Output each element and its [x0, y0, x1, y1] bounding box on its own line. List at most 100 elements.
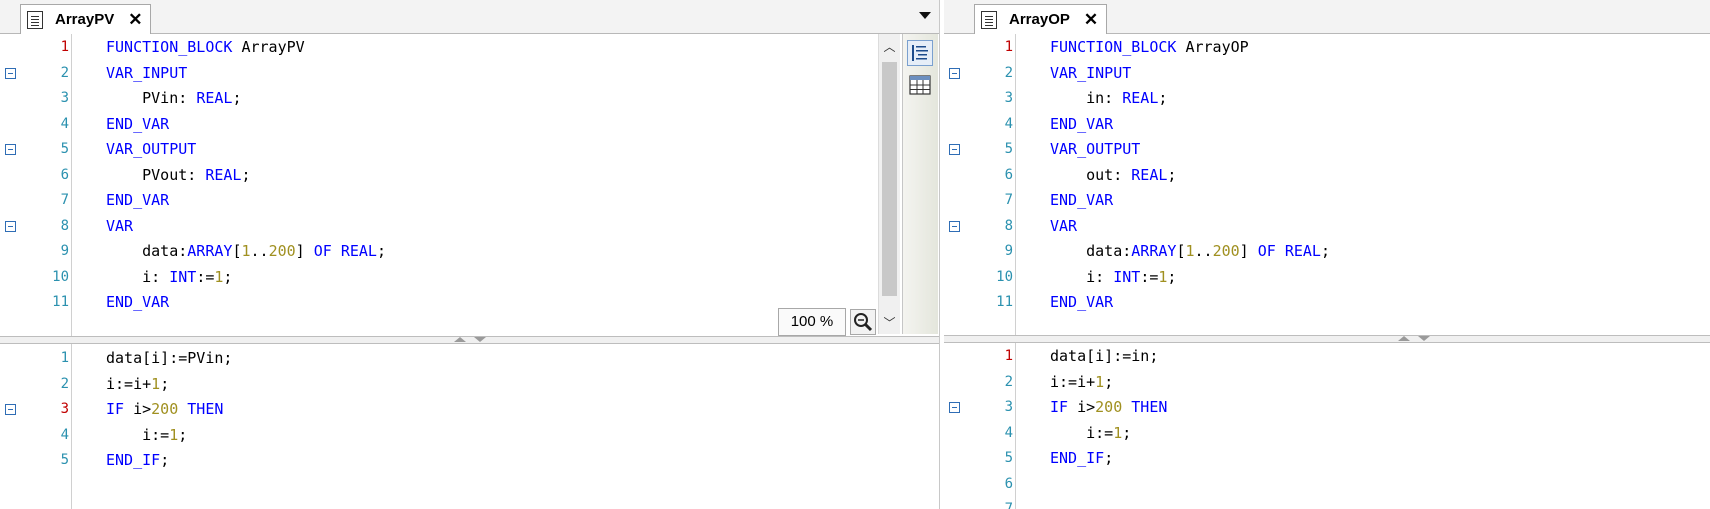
collapse-icon[interactable] — [5, 144, 16, 155]
code-line[interactable]: VAR — [72, 214, 939, 240]
declaration-editor[interactable]: 1 2 3 4 5 6 7 8 9 10 11 FUNCTION_BLOCK ArrayOP VAR_… — [944, 34, 1710, 336]
code-line[interactable]: END_VAR — [1016, 290, 1710, 316]
code-line[interactable]: VAR_INPUT — [72, 61, 939, 87]
code-keyword: FUNCTION_BLOCK — [1050, 38, 1177, 56]
collapse-icon[interactable] — [5, 220, 16, 232]
code-area[interactable]: FUNCTION_BLOCK ArrayOP VAR_INPUT in: REAL… — [1016, 34, 1710, 336]
code-text: ; — [178, 425, 188, 444]
line-number: 5 — [1004, 141, 1013, 157]
code-line[interactable] — [1016, 472, 1710, 498]
code-line[interactable]: data[i]:=PVin; — [72, 346, 939, 372]
code-text: ; — [1167, 267, 1177, 286]
code-keyword: VAR_OUTPUT — [1050, 140, 1141, 158]
code-line[interactable]: out: REAL; — [1016, 163, 1710, 189]
code-line[interactable]: VAR_INPUT — [1016, 61, 1710, 87]
code-text: ; — [223, 267, 233, 286]
collapse-icon[interactable] — [949, 220, 960, 232]
code-text: i: — [1050, 267, 1114, 286]
code-line[interactable]: PVin: REAL; — [72, 86, 939, 112]
close-icon[interactable]: ✕ — [1084, 11, 1098, 28]
code-line[interactable]: i:=1; — [1016, 421, 1710, 447]
line-number: 7 — [1004, 501, 1013, 509]
code-line[interactable]: FUNCTION_BLOCK ArrayPV — [72, 35, 939, 61]
collapse-icon[interactable] — [5, 404, 16, 415]
code-line[interactable]: FUNCTION_BLOCK ArrayOP — [1016, 35, 1710, 61]
code-text: ; — [160, 374, 170, 393]
code-line[interactable]: IF i>200 THEN — [72, 397, 939, 423]
code-line[interactable]: i: INT:=1; — [72, 265, 939, 291]
line-number: 3 — [60, 90, 69, 106]
code-line[interactable]: i:=i+1; — [72, 372, 939, 398]
tab-arrayop[interactable]: ArrayOP ✕ — [974, 4, 1108, 34]
collapse-icon[interactable] — [949, 402, 960, 413]
code-keyword: VAR — [106, 216, 134, 235]
code-text: ArrayOP — [1176, 38, 1249, 56]
collapse-icon[interactable] — [949, 144, 960, 155]
code-line[interactable]: END_VAR — [72, 188, 939, 214]
scroll-down-icon[interactable]: ﹀ — [879, 314, 900, 331]
text-view-button[interactable] — [907, 40, 933, 66]
vertical-scrollbar[interactable]: ︿ ﹀ — [878, 34, 900, 334]
code-text: ; — [1158, 89, 1168, 107]
zoom-icon[interactable] — [850, 309, 876, 335]
code-line[interactable]: END_VAR — [1016, 188, 1710, 214]
code-keyword: REAL — [196, 89, 233, 107]
code-line[interactable]: in: REAL; — [1016, 86, 1710, 112]
code-number: 200 — [1095, 398, 1123, 416]
code-area[interactable]: data[i]:=PVin; i:=i+1; IF i>200 THEN i:=1;… — [72, 344, 939, 509]
line-number: 6 — [60, 166, 69, 183]
code-keyword: VAR_INPUT — [1050, 63, 1132, 82]
table-view-icon — [909, 75, 931, 95]
code-area[interactable]: FUNCTION_BLOCK ArrayPV VAR_INPUT PVin: RE… — [72, 34, 939, 336]
code-keyword: END_VAR — [106, 293, 170, 311]
collapse-icon[interactable] — [949, 67, 960, 79]
code-line[interactable]: VAR_OUTPUT — [72, 137, 939, 163]
text-view-icon — [912, 45, 928, 61]
splitter-arrows-icon[interactable] — [1396, 335, 1432, 343]
code-text: ; — [232, 89, 242, 107]
code-text: .. — [1194, 242, 1213, 260]
code-line[interactable]: data:ARRAY[1..200] OF REAL; — [72, 239, 939, 265]
tab-list-dropdown-icon[interactable] — [919, 12, 931, 19]
code-line[interactable]: data[i]:=in; — [1016, 344, 1710, 370]
code-keyword: INT — [169, 267, 197, 286]
code-line[interactable]: PVout: REAL; — [72, 163, 939, 189]
code-line[interactable]: END_IF; — [1016, 446, 1710, 472]
code-text: data: — [1050, 242, 1132, 260]
scroll-up-icon[interactable]: ︿ — [879, 38, 900, 55]
code-keyword: END_VAR — [1050, 293, 1114, 311]
implementation-editor[interactable]: 12345 data[i]:=PVin; i:=i+1; IF i>200 THEN… — [0, 344, 939, 509]
code-line[interactable]: END_VAR — [1016, 112, 1710, 138]
editor-splitter[interactable] — [0, 336, 939, 344]
line-number: 1 — [1004, 348, 1013, 364]
close-icon[interactable]: ✕ — [128, 11, 142, 28]
code-text: ; — [241, 165, 251, 184]
code-text: in: — [1050, 89, 1123, 107]
splitter-arrows-icon[interactable] — [452, 336, 488, 344]
code-line[interactable]: IF i>200 THEN — [1016, 395, 1710, 421]
code-text: ] — [1239, 242, 1258, 260]
code-area[interactable]: data[i]:=in; i:=i+1; IF i>200 THEN i:=1; EN… — [1016, 343, 1710, 509]
scroll-thumb[interactable] — [882, 62, 897, 296]
code-line[interactable]: VAR — [1016, 214, 1710, 240]
code-line[interactable]: i:=i+1; — [1016, 370, 1710, 396]
code-line[interactable]: VAR_OUTPUT — [1016, 137, 1710, 163]
code-line[interactable]: i: INT:=1; — [1016, 265, 1710, 291]
line-number: 6 — [1004, 166, 1013, 183]
code-text: .. — [250, 242, 269, 260]
table-view-button[interactable] — [907, 72, 933, 98]
tab-arraypv[interactable]: ArrayPV ✕ — [20, 4, 152, 34]
collapse-icon[interactable] — [5, 67, 16, 79]
code-line[interactable]: data:ARRAY[1..200] OF REAL; — [1016, 239, 1710, 265]
code-line[interactable] — [1016, 497, 1710, 509]
zoom-level[interactable]: 100 % — [778, 308, 846, 336]
code-line[interactable]: END_VAR — [72, 112, 939, 138]
code-text: i:= — [1050, 423, 1114, 442]
code-line[interactable]: END_IF; — [72, 448, 939, 474]
declaration-editor[interactable]: 1 2 3 4 5 6 7 8 9 10 11 FUNCTION_BLOCK ArrayPV VAR_… — [0, 34, 939, 336]
editor-splitter[interactable] — [944, 335, 1710, 343]
code-line[interactable]: i:=1; — [72, 423, 939, 449]
implementation-editor[interactable]: 1234567 data[i]:=in; i:=i+1; IF i>200 THEN… — [944, 343, 1710, 509]
line-number: 4 — [60, 115, 69, 132]
